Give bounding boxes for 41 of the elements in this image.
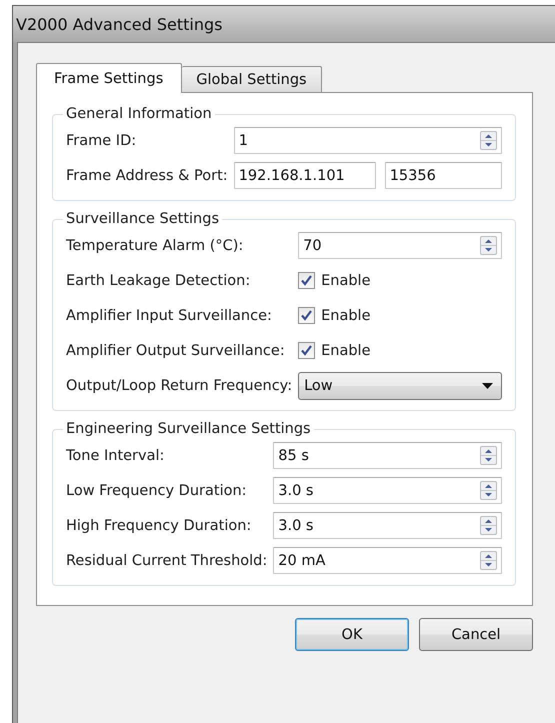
- field-label: High Frequency Duration:: [66, 518, 252, 534]
- field-label: Frame ID:: [66, 132, 138, 148]
- number-field[interactable]: 85 s: [273, 442, 502, 469]
- checkbox[interactable]: [298, 307, 316, 324]
- spin-button[interactable]: [480, 236, 497, 255]
- number-field[interactable]: 3.0 s: [273, 477, 502, 504]
- field-label: Low Frequency Duration:: [66, 482, 248, 498]
- field-label: Earth Leakage Detection:: [66, 272, 252, 288]
- caret-icon: [482, 382, 493, 388]
- field-label: Amplifier Output Surveillance:: [66, 342, 286, 358]
- tab[interactable]: Frame Settings: [36, 63, 182, 93]
- checkbox-label[interactable]: Enable: [321, 272, 370, 288]
- checkbox-label[interactable]: Enable: [321, 308, 370, 324]
- ok-button[interactable]: OK: [295, 618, 409, 651]
- spin-button[interactable]: [480, 516, 497, 535]
- address-field[interactable]: 192.168.1.101: [234, 162, 376, 189]
- field-label: Output/Loop Return Frequency:: [66, 378, 292, 394]
- field-label: Residual Current Threshold:: [66, 552, 268, 568]
- checkbox[interactable]: [298, 272, 316, 289]
- number-field[interactable]: 3.0 s: [273, 512, 502, 539]
- group-title: General Information: [65, 106, 213, 122]
- cancel-button[interactable]: Cancel: [419, 618, 533, 651]
- checkbox[interactable]: [298, 342, 316, 359]
- number-field[interactable]: 70: [298, 232, 502, 259]
- field-label: Temperature Alarm (°C):: [66, 238, 244, 254]
- checkbox-label[interactable]: Enable: [321, 342, 370, 358]
- group-title: Surveillance Settings: [65, 211, 220, 227]
- field-label: Frame Address & Port:: [66, 168, 228, 184]
- window-title: V2000 Advanced Settings: [16, 14, 222, 34]
- number-field[interactable]: 20 mA: [273, 547, 502, 574]
- spin-button[interactable]: [480, 446, 497, 465]
- field-label: Tone Interval:: [66, 448, 166, 464]
- group-title: Engineering Surveillance Settings: [65, 421, 312, 437]
- port-field[interactable]: 15356: [384, 162, 502, 189]
- spin-button[interactable]: [480, 481, 497, 500]
- dropdown[interactable]: Low: [298, 372, 502, 400]
- number-field[interactable]: 1: [234, 127, 502, 154]
- tab[interactable]: Global Settings: [182, 66, 322, 92]
- spin-button[interactable]: [480, 551, 497, 570]
- field-label: Amplifier Input Surveillance:: [66, 308, 273, 324]
- spin-button[interactable]: [480, 131, 497, 150]
